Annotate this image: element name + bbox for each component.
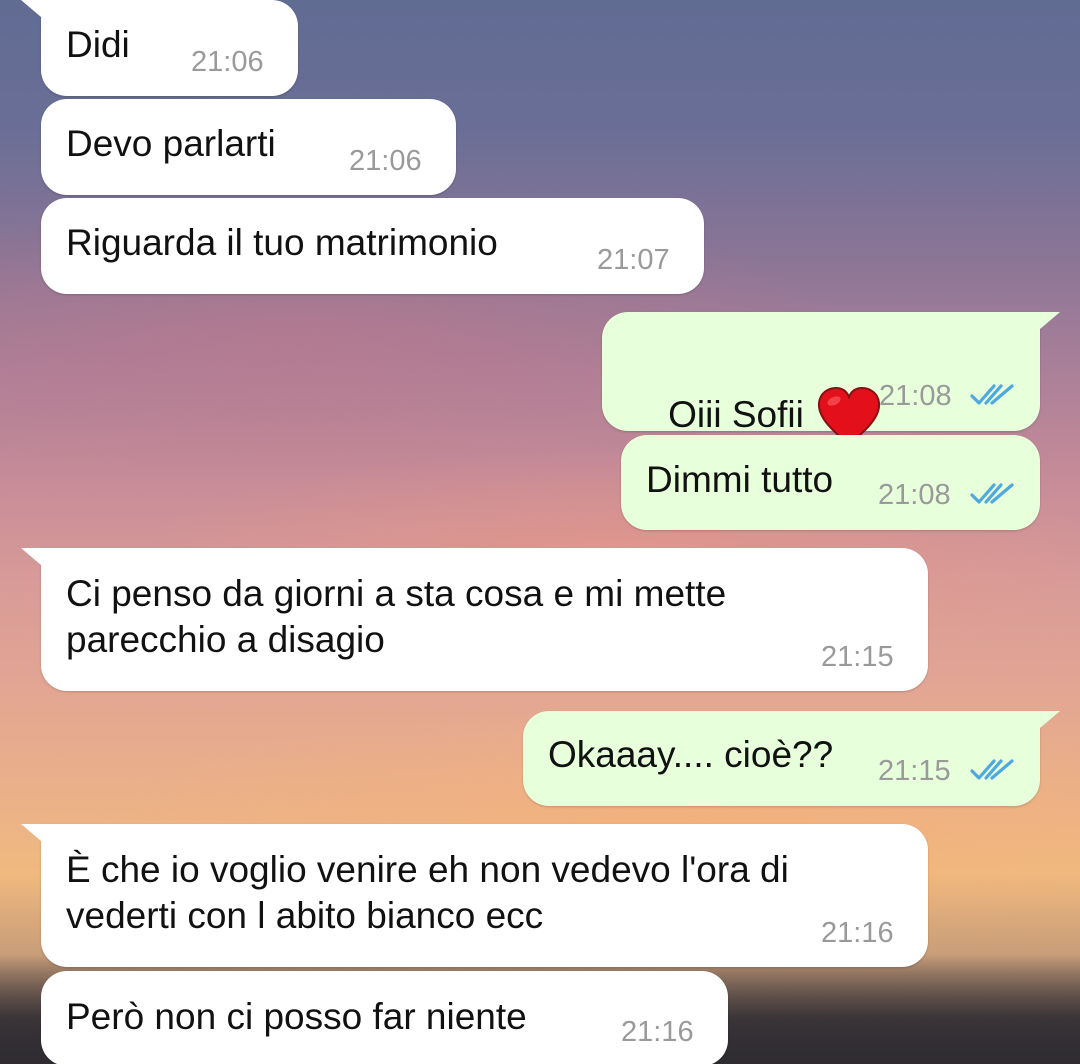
message-text: Okaaay.... cioè?? [548,734,834,775]
bubble-tail [1020,312,1060,346]
message-text: Dimmi tutto [646,459,834,500]
outgoing-message[interactable]: Dimmi tutto 21:08 [621,435,1040,530]
incoming-message[interactable]: Didi 21:06 [21,0,298,96]
message-text: Devo parlarti [66,123,276,164]
double-check-read-icon [970,384,1014,405]
incoming-message[interactable]: È che io voglio venire eh non vedevo l'o… [21,824,928,967]
message-time: 21:15 [878,755,951,787]
double-check-read-icon [970,483,1014,504]
outgoing-message[interactable]: Oiii Sofii 21:08 [602,312,1060,446]
message-time: 21:15 [821,641,894,673]
message-text: Riguarda il tuo matrimonio [66,222,498,263]
message-text: Però non ci posso far niente [66,996,527,1037]
incoming-message[interactable]: Devo parlarti 21:06 [41,99,456,195]
message-text: Didi [66,24,130,65]
message-text: È che io voglio venire eh non vedevo l'o… [66,849,789,936]
message-time: 21:16 [821,917,894,949]
message-text-content: Oiii Sofii [668,393,804,435]
incoming-message[interactable]: Però non ci posso far niente 21:16 [41,971,728,1064]
bubble-tail [1020,711,1060,745]
incoming-message[interactable]: Riguarda il tuo matrimonio 21:07 [41,198,704,294]
outgoing-message[interactable]: Okaaay.... cioè?? 21:15 [523,711,1060,806]
message-time: 21:08 [879,380,952,412]
message-time: 21:07 [597,244,670,276]
double-check-read-icon [970,759,1014,780]
message-time: 21:06 [191,46,264,78]
incoming-message[interactable]: Ci penso da giorni a sta cosa e mi mette… [21,548,928,691]
message-time: 21:06 [349,145,422,177]
bubble-tail [21,824,61,858]
bubble-tail [21,0,61,34]
message-time: 21:16 [621,1016,694,1048]
message-text: Ci penso da giorni a sta cosa e mi mette… [66,573,727,660]
message-time: 21:08 [878,479,951,511]
bubble-tail [21,548,61,582]
